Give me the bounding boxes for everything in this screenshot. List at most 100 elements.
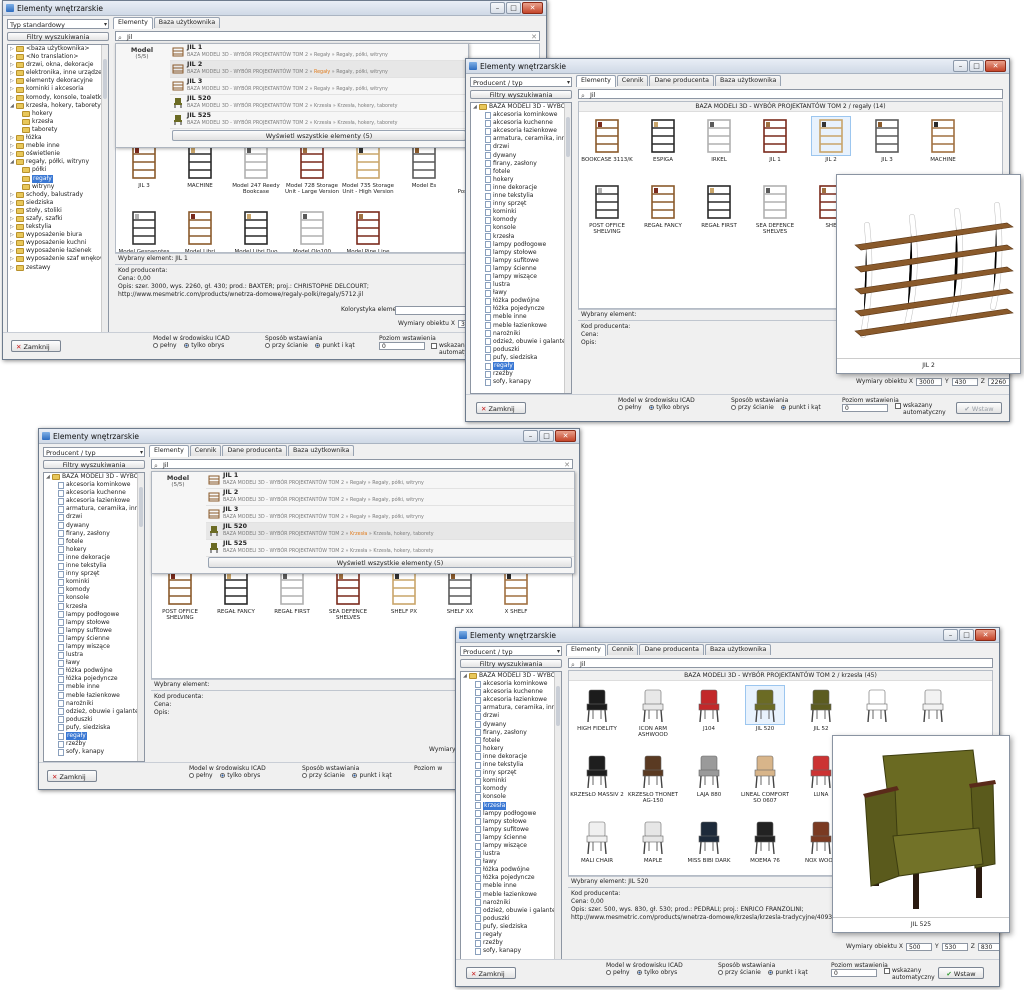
level-field[interactable]: 0 <box>379 342 425 350</box>
thumbnail-item[interactable]: SHELF PX <box>376 566 432 632</box>
tree-item[interactable]: meble inne <box>44 683 144 691</box>
tab-baza-uzytkownika[interactable]: Baza użytkownika <box>714 75 782 86</box>
thumbnail-item[interactable]: JIL 520 <box>737 683 793 749</box>
tree-item[interactable]: lampy stołowe <box>471 249 571 257</box>
radio-przy-scianie[interactable] <box>265 343 270 348</box>
category-tree[interactable]: ▷ <baza użytkownika> ▷ <No translation> ▷ drz… <box>7 44 109 337</box>
tree-item[interactable]: lampy podłogowe <box>461 810 561 818</box>
search-result-row[interactable]: JIL 520 BAZA MODELI 3D - WYBÓR PROJEKTANT… <box>170 95 468 112</box>
thumbnail-item[interactable]: LINEAL COMFORT SO 0607 <box>737 749 793 815</box>
tree-item[interactable]: komody <box>44 586 144 594</box>
dim-z-field[interactable]: 830 <box>977 942 999 951</box>
dim-y-field[interactable]: 530 <box>941 942 968 951</box>
tree-item[interactable]: rzeźby <box>44 740 144 748</box>
tree-item[interactable]: ▷ szafy, szafki <box>8 215 108 223</box>
tree-item[interactable]: meble inne <box>461 882 561 890</box>
tree-item[interactable]: lustra <box>44 651 144 659</box>
tree-item[interactable]: ławy <box>461 858 561 866</box>
search-result-row[interactable]: JIL 1 BAZA MODELI 3D - WYBÓR PROJEKTANTÓW… <box>170 44 468 61</box>
tree-item[interactable]: komody <box>461 785 561 793</box>
thumbnail-item[interactable]: SEA DEFENCE SHELVES <box>320 566 376 632</box>
search-result-row[interactable]: JIL 520 BAZA MODELI 3D - WYBÓR PROJEKTANT… <box>206 523 574 540</box>
tree-item[interactable]: akcesoria łazienkowe <box>461 696 561 704</box>
tree-item[interactable]: lustra <box>461 850 561 858</box>
tree-item[interactable]: lampy wiszące <box>44 643 144 651</box>
tree-item[interactable]: poduszki <box>471 346 571 354</box>
search-filters-button[interactable]: Filtry wyszukiwania <box>460 659 562 668</box>
tree-item[interactable]: lampy sufitowe <box>44 627 144 635</box>
tree-item[interactable]: rzeźby <box>461 939 561 947</box>
maximize-icon[interactable]: □ <box>969 60 984 72</box>
tree-scrollbar[interactable] <box>554 672 561 960</box>
thumbnail-item[interactable]: SEA DEFENCE SHELVES <box>747 180 803 246</box>
tree-item[interactable]: hokery <box>471 176 571 184</box>
tab-dane-producenta[interactable]: Dane producenta <box>222 445 287 456</box>
tree-item[interactable]: krzesła <box>461 801 561 810</box>
tab-dane-producenta[interactable]: Dane producenta <box>639 644 704 655</box>
tree-item[interactable]: ▷ łóżka <box>8 134 108 142</box>
tree-item[interactable]: odzież, obuwie i galanteria <box>471 338 571 346</box>
tree-item[interactable]: inny sprzęt <box>461 769 561 777</box>
radio-tylko-obrys[interactable] <box>637 970 643 975</box>
tree-item[interactable]: meble łazienkowe <box>471 322 571 330</box>
close-icon[interactable]: ✕ <box>975 629 996 641</box>
tree-item[interactable]: inne dekoracje <box>44 554 144 562</box>
search-input[interactable]: ⌕ Jil ✕ <box>115 31 540 42</box>
tree-item[interactable]: ▷ schody, balustrady <box>8 191 108 199</box>
thumbnail-item[interactable]: MAPLE <box>625 815 681 875</box>
tree-item[interactable]: odzież, obuwie i galanteria <box>44 708 144 716</box>
thumbnail-item[interactable]: JIL 1 <box>747 114 803 180</box>
search-result-row[interactable]: JIL 2 BAZA MODELI 3D - WYBÓR PROJEKTANTÓW… <box>170 61 468 78</box>
tree-item[interactable]: inne dekoracje <box>461 753 561 761</box>
tree-item[interactable]: ▷ kominki i akcesoria <box>8 85 108 93</box>
search-filters-button[interactable]: Filtry wyszukiwania <box>470 90 572 99</box>
thumbnail-item[interactable]: MACHINE <box>172 140 228 206</box>
close-button[interactable]: ✕ Zamknij <box>11 340 61 352</box>
thumbnail-item[interactable]: Model Es <box>396 140 452 206</box>
tree-item[interactable]: armatura, ceramika, inne <box>471 135 571 143</box>
tree-item[interactable]: krzesła <box>44 603 144 611</box>
radio-punkt-i-kat[interactable] <box>315 343 321 348</box>
tree-item[interactable]: łóżka pojedyncze <box>471 305 571 313</box>
tree-item[interactable]: pufy, siedziska <box>461 923 561 931</box>
tab-baza-uzytkownika[interactable]: Baza użytkownika <box>153 17 221 28</box>
thumbnail-item[interactable]: Model Pipe Line <box>340 206 396 252</box>
tree-item[interactable]: narożniki <box>471 330 571 338</box>
tree-item[interactable]: kominki <box>471 208 571 216</box>
radio-pelny[interactable] <box>618 405 623 410</box>
tree-item[interactable]: sofy, kanapy <box>471 378 571 386</box>
thumbnail-item[interactable]: JIL 3 <box>116 140 172 206</box>
auto-checkbox[interactable] <box>431 342 437 349</box>
radio-punkt-i-kat[interactable] <box>781 405 787 410</box>
tree-item[interactable]: poduszki <box>44 716 144 724</box>
thumbnail-item[interactable]: POST OFFICE SHELVING <box>579 180 635 246</box>
thumbnail-item[interactable]: LAJA 880 <box>681 749 737 815</box>
thumbnail-item[interactable]: Model 735 Storage Unit - High Version <box>340 140 396 206</box>
tree-item[interactable]: lampy stołowe <box>461 818 561 826</box>
tree-item[interactable]: ławy <box>471 289 571 297</box>
search-result-row[interactable]: JIL 3 BAZA MODELI 3D - WYBÓR PROJEKTANTÓW… <box>206 506 574 523</box>
scrollbar-thumb[interactable] <box>139 487 143 527</box>
tree-item[interactable]: meble łazienkowe <box>461 891 561 899</box>
show-all-button[interactable]: Wyświetl wszystkie elementy (5) <box>172 130 466 141</box>
tree-item[interactable]: lampy ścienne <box>471 265 571 273</box>
search-result-row[interactable]: JIL 3 BAZA MODELI 3D - WYBÓR PROJEKTANTÓW… <box>170 78 468 95</box>
tab-cennik[interactable]: Cennik <box>606 644 639 655</box>
radio-tylko-obrys[interactable] <box>649 405 655 410</box>
thumbnail-item[interactable]: REGAŁ FIRST <box>264 566 320 632</box>
tree-item[interactable]: inny sprzęt <box>471 200 571 208</box>
tree-item[interactable]: meble inne <box>471 313 571 321</box>
tree-item[interactable]: łóżka podwójne <box>471 297 571 305</box>
thumbnail-item[interactable]: BOOKCASE 3113/K <box>579 114 635 180</box>
tree-item[interactable]: hokery <box>461 745 561 753</box>
category-tree[interactable]: ◢ BAZA MODELI 3D - WYBÓR Pakcesoria komin… <box>460 671 562 961</box>
thumbnail-item[interactable]: ICON ARM ASHWOOD <box>625 683 681 749</box>
tree-item[interactable]: armatura, ceramika, inne <box>461 704 561 712</box>
radio-pelny[interactable] <box>153 343 158 348</box>
scrollbar-thumb[interactable] <box>566 117 570 157</box>
search-result-row[interactable]: JIL 1 BAZA MODELI 3D - WYBÓR PROJEKTANTÓW… <box>206 472 574 489</box>
tree-item[interactable]: łóżka podwójne <box>461 866 561 874</box>
tree-item[interactable]: dywany <box>461 721 561 729</box>
tree-item[interactable]: meble łazienkowe <box>44 692 144 700</box>
tree-item[interactable]: ławy <box>44 659 144 667</box>
